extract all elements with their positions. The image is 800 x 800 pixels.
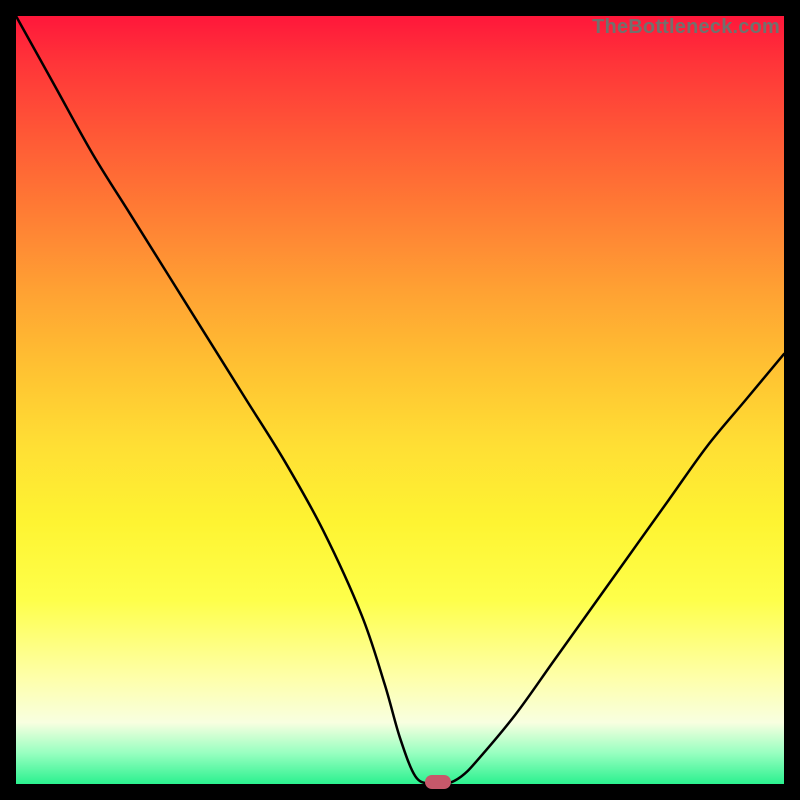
watermark-text: TheBottleneck.com [592, 16, 780, 39]
min-marker [425, 775, 451, 789]
plot-area: TheBottleneck.com [16, 16, 784, 784]
bottleneck-curve [16, 16, 784, 784]
chart-container: TheBottleneck.com [0, 0, 800, 800]
